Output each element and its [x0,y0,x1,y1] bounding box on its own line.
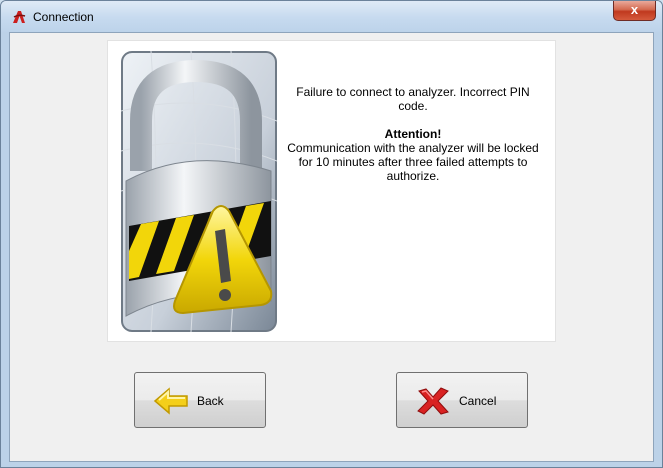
cancel-button-label: Cancel [459,394,497,408]
window-title: Connection [33,10,94,24]
message-panel: Failure to connect to analyzer. Incorrec… [107,40,556,342]
error-message: Failure to connect to analyzer. Incorrec… [283,85,543,183]
title-bar[interactable]: Connection x [1,1,662,32]
app-logo-icon [13,11,26,23]
padlock-warning-icon [121,51,277,332]
connection-dialog-window: Connection x Failure to connect to analy… [0,0,663,468]
close-icon: x [630,2,639,17]
red-x-icon [417,387,449,415]
attention-heading: Attention! [384,127,442,141]
error-text: Failure to connect to analyzer. Incorrec… [296,85,530,113]
lockout-warning-text: Communication with the analyzer will be … [287,141,539,183]
yellow-arrow-left-icon [153,387,188,415]
cancel-button[interactable]: Cancel [396,372,528,428]
back-button[interactable]: Back [134,372,266,428]
close-button[interactable]: x [613,1,656,21]
back-button-label: Back [197,394,224,408]
